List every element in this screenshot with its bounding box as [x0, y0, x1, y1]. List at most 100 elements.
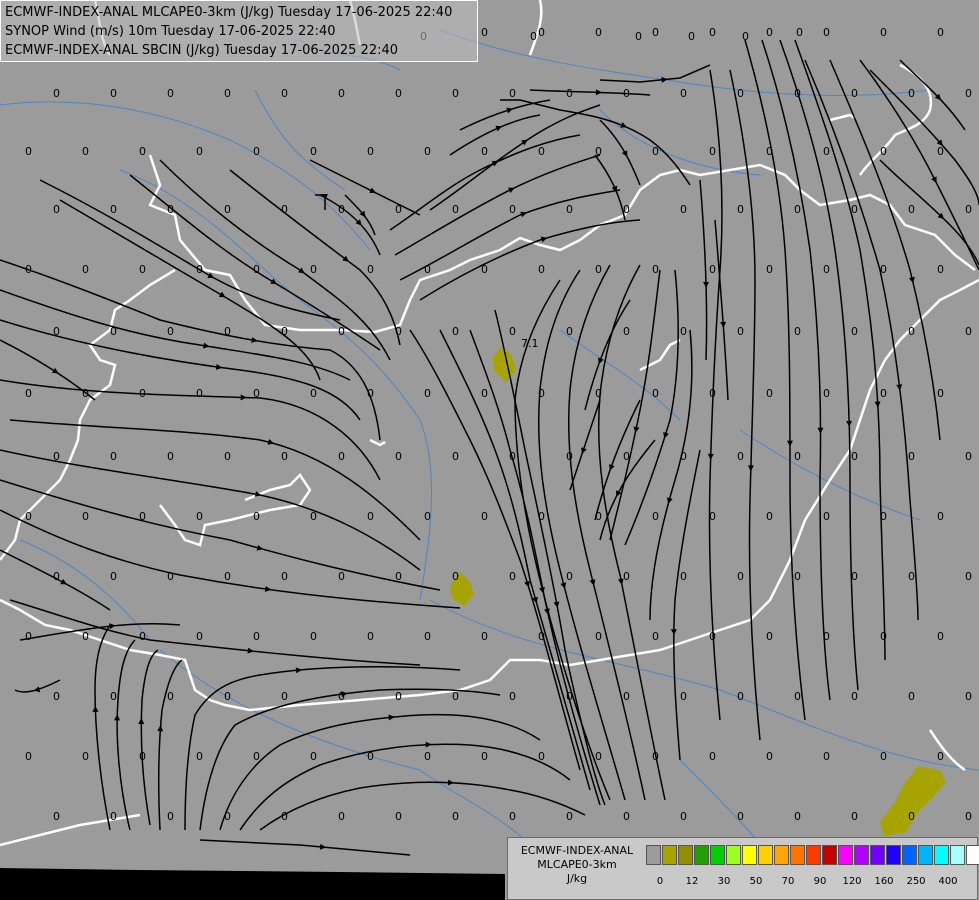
cin-value-label: 0 [595, 630, 602, 643]
cin-value-label: 0 [908, 450, 915, 463]
cin-value-labels-layer: 0 0 0 0 0 0 0 0 0 0 0 0 0 0 0 0 0 0 0 0 0 0 0 0 0 0 0 0 0 0 0 0 0 0 0 0 0 0 0 0… [25, 26, 972, 823]
cin-value-label: 0 [25, 750, 32, 763]
cin-value-label: 0 [538, 630, 545, 643]
cin-value-label: 0 [965, 203, 972, 216]
cin-value-label: 0 [595, 510, 602, 523]
legend-swatch [646, 845, 661, 865]
legend-tick-label: 90 [813, 876, 827, 887]
cin-value-label: 0 [566, 87, 573, 100]
cin-value-label: 0 [965, 450, 972, 463]
cin-value-label: 0 [794, 203, 801, 216]
cin-value-label: 0 [908, 570, 915, 583]
cin-value-label: 0 [737, 203, 744, 216]
legend-swatch [710, 845, 725, 865]
cin-value-label: 0 [623, 203, 630, 216]
cin-value-label: 0 [281, 450, 288, 463]
cin-value-label: 0 [851, 810, 858, 823]
streamline-arrow [33, 686, 41, 693]
cin-value-label: 0 [635, 30, 642, 43]
legend-swatch [838, 845, 853, 865]
cin-value-label: 0 [253, 145, 260, 158]
country-border [829, 113, 856, 122]
cin-value-label: 0 [851, 203, 858, 216]
streamline-arrow [908, 276, 915, 284]
streamline [199, 839, 411, 856]
legend-swatch [966, 845, 979, 865]
cin-value-label: 0 [253, 630, 260, 643]
cin-value-label: 0 [338, 450, 345, 463]
streamline-arrow [874, 401, 881, 408]
title-cin: ECMWF-INDEX-ANAL SBCIN (J/kg) Tuesday 17… [5, 43, 399, 58]
cin-value-label: 0 [310, 387, 317, 400]
cin-value-label: 0 [82, 145, 89, 158]
cin-value-label: 0 [224, 87, 231, 100]
streamline [761, 39, 831, 701]
cape-area [880, 766, 946, 836]
cin-value-label: 0 [481, 387, 488, 400]
streamline [229, 169, 401, 346]
cin-value-label: 0 [281, 810, 288, 823]
streamline [594, 399, 641, 521]
streamline [0, 509, 461, 609]
cin-value-label: 0 [509, 810, 516, 823]
cin-value-label: 0 [709, 263, 716, 276]
legend-tick-label: 70 [781, 876, 795, 887]
streamline-arrow [608, 464, 615, 471]
cin-value-label: 0 [367, 750, 374, 763]
cin-value-label: 0 [652, 750, 659, 763]
cin-value-label: 0 [338, 810, 345, 823]
cin-value-label: 0 [253, 263, 260, 276]
title-box: ECMWF-INDEX-ANAL MLCAPE0-3km (J/kg) Tues… [0, 0, 478, 62]
cin-value-label: 0 [110, 690, 117, 703]
country-border [369, 438, 386, 447]
streamline [94, 624, 111, 831]
cin-value-label: 0 [509, 450, 516, 463]
streamline-arrow [319, 843, 327, 850]
title-wind: SYNOP Wind (m/s) 10m Tuesday 17-06-2025 … [5, 24, 336, 39]
cin-value-label: 0 [452, 203, 459, 216]
cin-value-label: 0 [167, 87, 174, 100]
cin-value-label: 0 [652, 263, 659, 276]
streamline [514, 279, 611, 801]
cin-value-label: 0 [766, 510, 773, 523]
cin-value-label: 0 [796, 26, 803, 39]
cin-value-label: 0 [688, 30, 695, 43]
streamline [699, 179, 708, 361]
cin-value-label: 0 [766, 750, 773, 763]
cin-value-label: 0 [25, 263, 32, 276]
streamline [529, 89, 651, 96]
legend-swatch [742, 845, 757, 865]
streamline [0, 479, 441, 591]
cin-value-label: 0 [880, 263, 887, 276]
streamline-arrow [581, 447, 587, 454]
cin-value-label: 0 [737, 810, 744, 823]
cin-value-label: 0 [224, 450, 231, 463]
cin-value-label: 0 [880, 630, 887, 643]
cin-value-label: 0 [709, 387, 716, 400]
river [429, 599, 979, 771]
streamline [599, 64, 711, 83]
cin-value-label: 0 [167, 570, 174, 583]
cin-value-label: 0 [737, 450, 744, 463]
cin-value-label: 0 [965, 690, 972, 703]
cin-value-label: 0 [481, 263, 488, 276]
legend-tick-label: 160 [874, 876, 894, 887]
legend-tick-label: 250 [906, 876, 926, 887]
legend-ticks: 0 12 30 50 70 90 120 160 250 400 [646, 876, 976, 890]
streamline [597, 264, 666, 801]
cin-value-label: 0 [766, 263, 773, 276]
cin-value-label: 0 [680, 203, 687, 216]
cin-value-label: 0 [823, 387, 830, 400]
cin-value-label: 0 [167, 690, 174, 703]
river [254, 89, 346, 191]
cin-value-label: 0 [196, 263, 203, 276]
cin-value-label: 0 [424, 387, 431, 400]
cin-value-label: 0 [25, 510, 32, 523]
cin-value-label: 0 [509, 203, 516, 216]
cin-value-label: 0 [680, 570, 687, 583]
streamline [259, 781, 586, 831]
cin-value-label: 0 [823, 26, 830, 39]
cin-value-label: 0 [623, 810, 630, 823]
cin-value-label: 0 [224, 810, 231, 823]
cin-value-label: 0 [652, 630, 659, 643]
